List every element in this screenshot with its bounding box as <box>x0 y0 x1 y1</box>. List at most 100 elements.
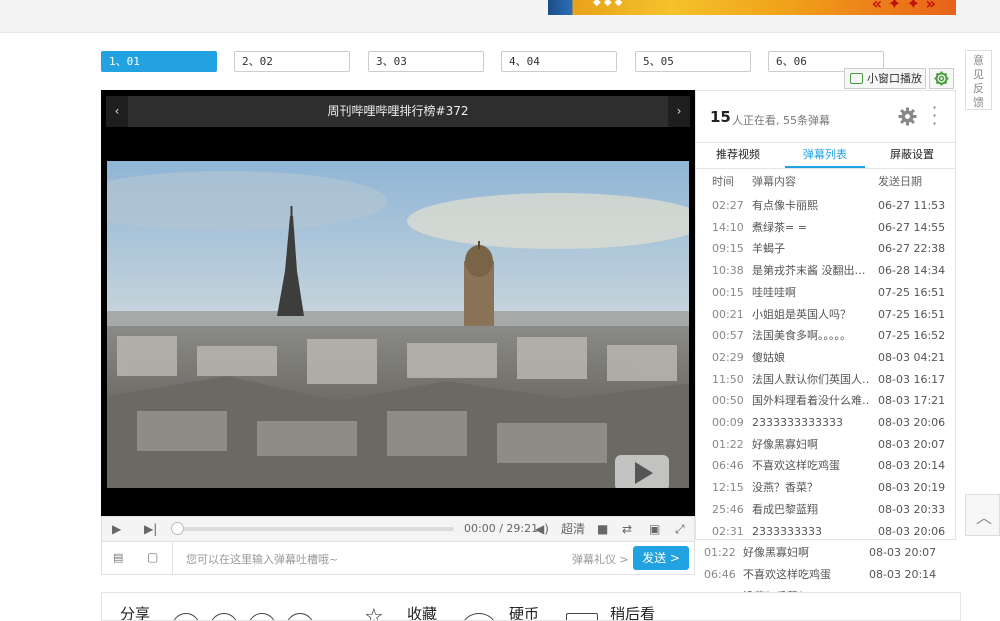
play-icon[interactable]: ▶ <box>112 517 121 541</box>
video-title-bar: ‹ 周刊哔哩哔哩排行榜#372 › <box>106 96 690 127</box>
panel-tab[interactable]: 弹幕列表 <box>785 144 865 168</box>
date-cell: 08-03 20:14 <box>878 459 946 473</box>
date-cell: 07-25 16:52 <box>878 329 946 343</box>
date-cell: 07-25 16:51 <box>878 285 946 299</box>
settings-gear-icon[interactable] <box>897 106 918 127</box>
danmaku-row[interactable]: 00:50 国外料理看着没什么难… 08-03 17:21 <box>696 390 956 412</box>
danmaku-etiquette-link[interactable]: 弹幕礼仪 > <box>572 551 629 567</box>
favorite-button[interactable]: 收藏 <box>407 603 437 620</box>
time-cell: 11:50 <box>712 372 744 386</box>
tv-icon <box>850 73 863 84</box>
content-cell: 不喜欢这样吃鸡蛋 <box>752 459 840 473</box>
share-qq-icon[interactable] <box>210 613 238 620</box>
danmaku-row[interactable]: 12:15 没燕？香菜？ 08-03 20:19 <box>696 477 956 499</box>
quality-selector[interactable]: 超清 <box>561 517 585 541</box>
more-menu-icon[interactable]: · · · <box>932 100 937 132</box>
part-tab[interactable]: 5、05 <box>635 51 751 72</box>
progress-knob[interactable] <box>171 522 184 535</box>
danmaku-input[interactable]: 您可以在这里输入弹幕吐槽哦~ <box>186 551 338 567</box>
part-tab[interactable]: 1、01 <box>101 51 217 72</box>
date-cell: 08-03 04:21 <box>878 350 946 364</box>
danmaku-row[interactable]: 11:50 法国人默认你们英国人… 08-03 16:17 <box>696 369 956 391</box>
content-cell: 法国人默认你们英国人… <box>752 372 869 386</box>
danmaku-mode-icon[interactable]: ▢ <box>147 550 158 564</box>
panel-tab[interactable]: 屏蔽设置 <box>872 144 952 166</box>
danmaku-style-icon[interactable]: ▤ <box>113 551 123 564</box>
later-icon[interactable] <box>566 613 598 620</box>
part-tab[interactable]: 3、03 <box>368 51 484 72</box>
back-to-top-button[interactable]: ︿ <box>965 494 1000 536</box>
danmaku-row[interactable]: 10:38 是第戎芥末酱 没翻出… 06-28 14:34 <box>696 260 956 282</box>
play-watermark-icon <box>615 455 669 488</box>
danmaku-row[interactable]: 01:22 好像黑寡妇啊 08-03 20:07 <box>696 434 956 456</box>
widescreen-icon[interactable]: ▣ <box>649 517 660 541</box>
content-cell: 看成巴黎蓝翔 <box>752 502 818 516</box>
content-cell: 傻姑娘 <box>752 350 785 364</box>
share-qzone-icon[interactable] <box>248 613 276 620</box>
danmaku-toggle-icon[interactable]: ■ <box>597 517 608 541</box>
time-cell: 00:21 <box>712 307 744 321</box>
watch-later-button[interactable]: 稍后看 <box>610 603 655 620</box>
share-weibo-icon[interactable] <box>172 613 200 620</box>
date-cell: 08-03 20:14 <box>869 568 937 581</box>
danmaku-row[interactable]: 14:10 煮绿茶= = 06-27 14:55 <box>696 217 956 239</box>
time-cell: 14:10 <box>712 220 744 234</box>
time-cell: 01:22 <box>704 546 736 559</box>
time-cell: 00:15 <box>712 285 744 299</box>
content-cell: 没燕？香菜？ <box>752 481 818 495</box>
video-title: 周刊哔哩哔哩排行榜#372 <box>327 104 469 118</box>
content-cell: 羊蝎子 <box>752 242 785 256</box>
divider <box>696 142 955 143</box>
danmaku-row[interactable]: 09:15 羊蝎子 06-27 22:38 <box>696 238 956 260</box>
fullscreen-icon[interactable]: ⤢ <box>675 517 685 541</box>
content-cell: 弹幕内容 <box>752 175 796 188</box>
time-cell: 06:46 <box>704 568 736 581</box>
action-bar: 分享 ☆ 收藏 硬币 稍后看 <box>101 592 961 621</box>
danmaku-row[interactable]: 00:09 2333333333333 08-03 20:06 <box>696 412 956 434</box>
danmaku-row[interactable]: 06:46 不喜欢这样吃鸡蛋 08-03 20:14 <box>696 455 956 477</box>
danmaku-row[interactable]: 00:57 法国美食多啊。。。。。 07-25 16:52 <box>696 325 956 347</box>
video-frame[interactable] <box>107 161 689 488</box>
part-tab[interactable]: 2、02 <box>234 51 350 72</box>
content-cell: 法国美食多啊。。。。。 <box>752 329 851 343</box>
panel-tab[interactable]: 推荐视频 <box>698 144 778 166</box>
next-icon[interactable]: ▶| <box>144 517 157 541</box>
feedback-button[interactable]: 意见反馈 <box>965 50 992 110</box>
danmaku-row[interactable]: 02:29 傻姑娘 08-03 04:21 <box>696 347 956 369</box>
time-cell: 12:15 <box>712 481 744 495</box>
date-cell: 08-03 20:06 <box>878 416 946 429</box>
prev-arrow-icon[interactable]: ‹ <box>106 96 128 127</box>
watching-count: 15 <box>710 108 731 126</box>
favorite-icon[interactable]: ☆ <box>364 605 384 620</box>
date-cell: 06-28 14:34 <box>878 264 946 278</box>
danmaku-row[interactable]: 00:21 小姐姐是英国人吗？ 07-25 16:51 <box>696 304 956 326</box>
next-arrow-icon[interactable]: › <box>668 96 690 127</box>
content-cell: 不喜欢这样吃鸡蛋 <box>743 568 831 581</box>
coin-icon[interactable] <box>462 613 496 620</box>
coin-button[interactable]: 硬币 <box>509 603 539 620</box>
content-cell: 小姐姐是英国人吗？ <box>752 307 851 321</box>
settings-button[interactable] <box>929 68 954 89</box>
share-tieba-icon[interactable] <box>286 613 314 620</box>
danmaku-row[interactable]: 02:27 有点像卡丽熙 06-27 11:53 <box>696 195 956 217</box>
time-cell: 10:38 <box>712 264 744 278</box>
time-cell: 01:22 <box>712 437 744 451</box>
content-cell: 煮绿茶= = <box>752 220 807 234</box>
danmaku-row[interactable]: 01:22 好像黑寡妇啊 08-03 20:07 <box>696 542 956 564</box>
volume-icon[interactable]: ◀) <box>535 517 549 541</box>
part-tab[interactable]: 4、04 <box>501 51 617 72</box>
date-cell: 08-03 17:21 <box>878 394 946 408</box>
danmaku-row[interactable]: 00:15 哇哇哇啊 07-25 16:51 <box>696 282 956 304</box>
mini-window-button[interactable]: 小窗口播放 <box>844 68 926 89</box>
progress-bar[interactable] <box>176 527 454 531</box>
advertisement-banner[interactable]: ◆ ◆ ◆ « ✦ ✦ » <box>548 0 956 15</box>
date-cell: 08-03 20:07 <box>869 546 937 559</box>
send-button[interactable]: 发送 > <box>633 546 689 570</box>
time-cell: 25:46 <box>712 502 744 516</box>
date-cell: 08-03 16:17 <box>878 372 946 386</box>
danmaku-row[interactable]: 25:46 看成巴黎蓝翔 08-03 20:33 <box>696 499 956 521</box>
danmaku-row[interactable]: 06:46 不喜欢这样吃鸡蛋 08-03 20:14 <box>696 564 956 586</box>
time-cell: 00:09 <box>712 416 744 429</box>
danmaku-input-bar: ▤ ▢ 您可以在这里输入弹幕吐槽哦~ 弹幕礼仪 > <box>101 542 695 575</box>
loop-icon[interactable]: ⇄ <box>622 517 632 541</box>
